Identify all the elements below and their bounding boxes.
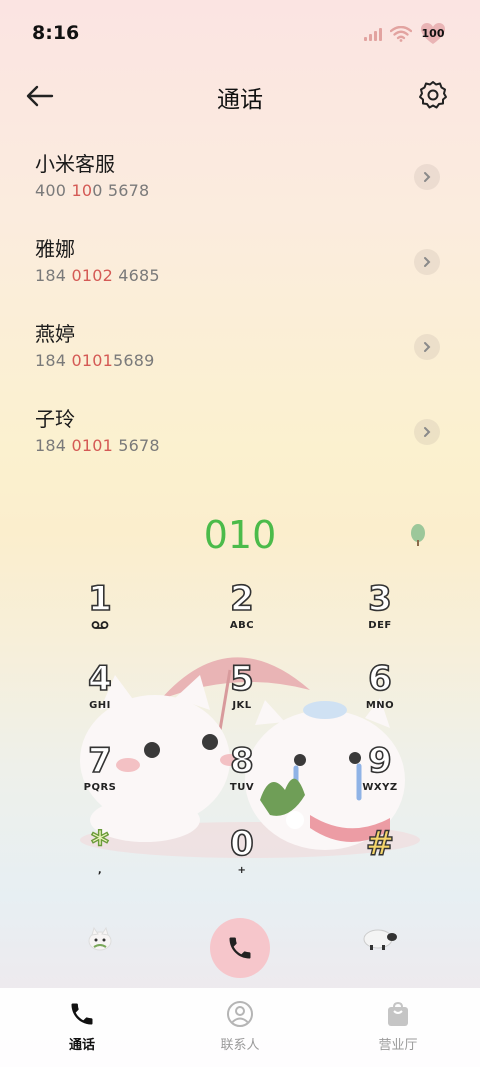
list-item[interactable]: 燕婷 184 01015689	[0, 308, 480, 393]
contact-name: 燕婷	[35, 322, 75, 346]
dial-key-4[interactable]: 4 GHI	[40, 659, 160, 730]
list-item[interactable]: 小米客服 400 100 5678	[0, 138, 480, 223]
chevron-right-icon	[424, 257, 431, 267]
person-icon	[227, 1001, 253, 1027]
chevron-right-icon	[424, 342, 431, 352]
contact-detail-button[interactable]	[414, 334, 440, 360]
contact-number: 184 01015689	[35, 351, 155, 370]
dial-key-star[interactable]: * ,	[40, 824, 160, 895]
contact-detail-button[interactable]	[414, 164, 440, 190]
page-title: 通话	[217, 87, 263, 113]
tab-label: 营业厅	[378, 1038, 418, 1053]
phone-icon	[71, 1003, 93, 1025]
dial-key-0[interactable]: 0 +	[182, 824, 302, 895]
sheep-sticker-icon[interactable]	[362, 925, 398, 951]
tab-contacts[interactable]: 联系人	[190, 1000, 290, 1053]
dial-key-6[interactable]: 6 MNO	[320, 659, 440, 730]
contact-number: 184 0101 5678	[35, 436, 160, 455]
dial-key-9[interactable]: 9 WXYZ	[320, 741, 440, 812]
contact-detail-button[interactable]	[414, 249, 440, 275]
tab-service-hall[interactable]: 营业厅	[348, 1000, 448, 1053]
chevron-right-icon	[424, 427, 431, 437]
voicemail-icon	[91, 621, 109, 629]
header: 通话	[0, 70, 480, 120]
tab-label: 通话	[68, 1038, 95, 1053]
call-button[interactable]	[210, 918, 270, 978]
contact-name: 雅娜	[35, 237, 75, 261]
cat-sticker-icon[interactable]	[86, 925, 114, 951]
battery-icon: 100	[420, 22, 446, 46]
dial-key-3[interactable]: 3 DEF	[320, 579, 440, 650]
dial-key-5[interactable]: 5 JKL	[182, 659, 302, 730]
contact-number: 400 100 5678	[35, 181, 150, 200]
contact-name: 小米客服	[35, 152, 115, 176]
contact-number: 184 0102 4685	[35, 266, 160, 285]
tree-icon[interactable]	[408, 523, 428, 547]
dial-key-8[interactable]: 8 TUV	[182, 741, 302, 812]
status-bar: 8:16 100	[0, 0, 480, 64]
signal-icon	[364, 27, 382, 41]
dial-key-7[interactable]: 7 PQRS	[40, 741, 160, 812]
battery-level: 100	[421, 26, 445, 40]
list-item[interactable]: 子玲 184 0101 5678	[0, 393, 480, 478]
dial-key-2[interactable]: 2 ABC	[182, 579, 302, 650]
wifi-icon	[390, 26, 412, 42]
contact-list: 小米客服 400 100 5678 雅娜 184 0102 4685 燕婷 18…	[0, 138, 480, 478]
list-item[interactable]: 雅娜 184 0102 4685	[0, 223, 480, 308]
status-time: 8:16	[32, 22, 80, 44]
dial-key-hash[interactable]: #	[320, 824, 440, 895]
chevron-right-icon	[424, 172, 431, 182]
phone-icon	[229, 937, 251, 959]
tab-calls[interactable]: 通话	[32, 1000, 132, 1053]
settings-button[interactable]	[416, 78, 450, 112]
contact-detail-button[interactable]	[414, 419, 440, 445]
gear-icon	[419, 81, 447, 109]
dial-key-1[interactable]: 1	[40, 579, 160, 650]
tab-label: 联系人	[220, 1038, 260, 1053]
bottom-tab-bar: 通话 联系人 营业厅	[0, 988, 480, 1067]
bag-icon	[388, 1001, 408, 1026]
contact-name: 子玲	[35, 407, 75, 431]
status-icons: 100	[364, 22, 446, 46]
